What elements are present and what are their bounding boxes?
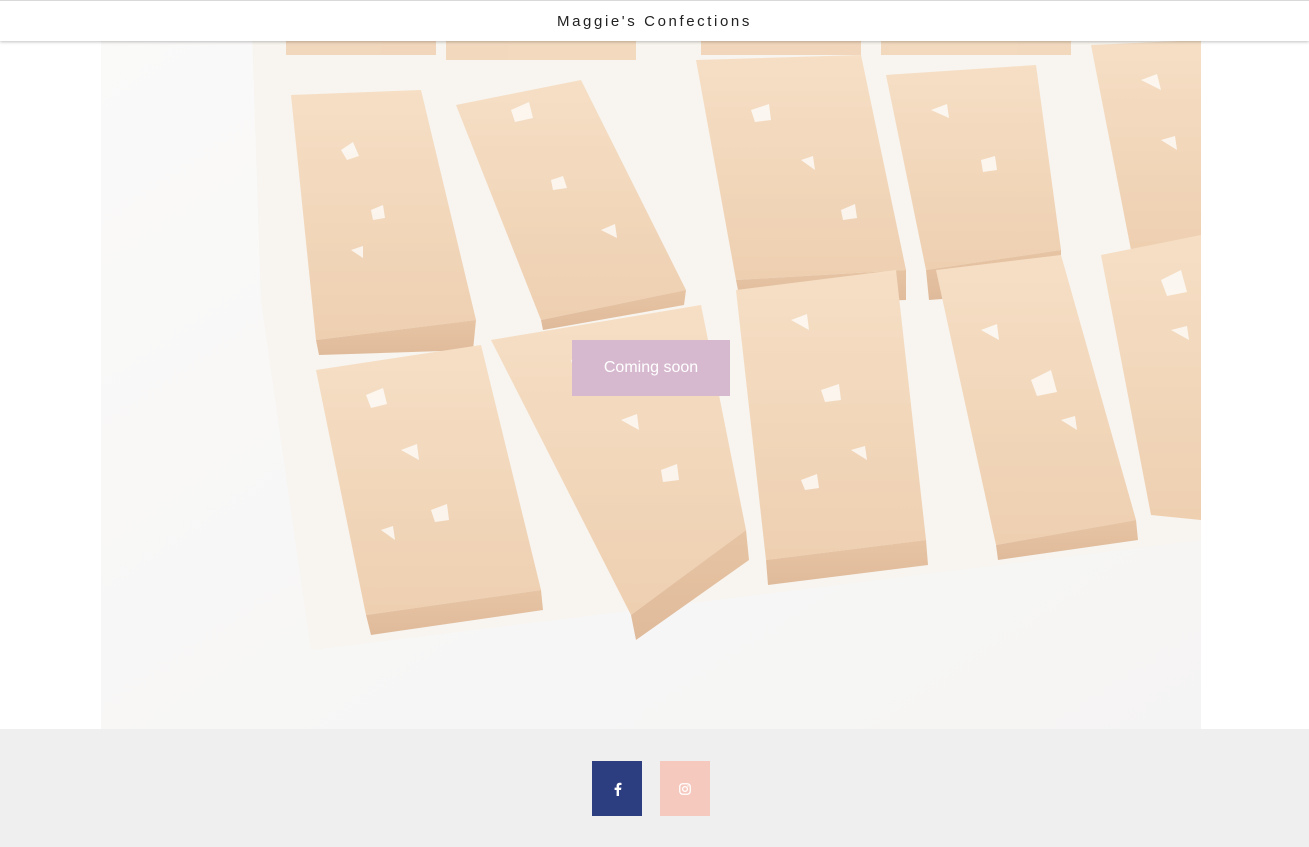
page: Maggie's Confections Coming soon [0, 0, 1309, 847]
facebook-icon [614, 782, 621, 796]
instagram-link[interactable] [660, 761, 710, 816]
facebook-link[interactable] [592, 761, 642, 816]
site-footer [0, 729, 1309, 847]
site-title-link[interactable]: Maggie's Confections [557, 13, 752, 30]
coming-soon-button[interactable]: Coming soon [572, 340, 730, 396]
site-header: Maggie's Confections [0, 0, 1309, 41]
instagram-icon [679, 782, 691, 795]
